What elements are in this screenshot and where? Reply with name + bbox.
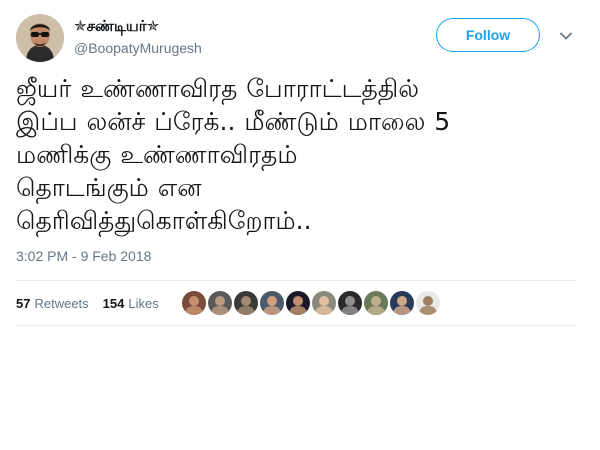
liker-avatar[interactable] <box>416 291 440 315</box>
liker-avatar[interactable] <box>260 291 284 315</box>
user-avatar-icon <box>364 291 388 315</box>
liker-avatar[interactable] <box>286 291 310 315</box>
user-avatar-icon <box>416 291 440 315</box>
author-display-name[interactable]: ✯சண்டியர்✯ <box>74 16 202 36</box>
user-avatar-icon <box>208 291 232 315</box>
divider <box>16 325 576 326</box>
retweets-label: Retweets <box>34 295 89 311</box>
retweets-count: 57 <box>16 295 31 311</box>
likes-label: Likes <box>128 295 159 311</box>
author-name-block: ✯சண்டியர்✯ @BoopatyMurugesh <box>74 16 202 58</box>
user-avatar-icon <box>338 291 362 315</box>
liker-avatar[interactable] <box>390 291 414 315</box>
likes-stat[interactable]: 154 Likes <box>103 296 159 311</box>
likes-count: 154 <box>102 295 125 311</box>
user-avatar-icon <box>234 291 258 315</box>
tweet-stats: 57 Retweets 154 Likes <box>16 294 173 312</box>
tweet-header: ✯சண்டியர்✯ @BoopatyMurugesh Follow <box>16 14 584 64</box>
divider <box>16 280 576 281</box>
liker-avatar[interactable] <box>364 291 388 315</box>
follow-button[interactable]: Follow <box>436 18 540 52</box>
user-avatar-icon <box>182 291 206 315</box>
user-avatar-icon <box>16 14 64 62</box>
user-avatar-icon <box>312 291 336 315</box>
tweet-text: ஜீயர் உண்ணாவிரத போராட்டத்தில் இப்ப லன்ச்… <box>16 74 451 235</box>
author-handle[interactable]: @BoopatyMurugesh <box>74 38 202 58</box>
liker-avatar[interactable] <box>182 291 206 315</box>
liker-avatar[interactable] <box>312 291 336 315</box>
chevron-down-icon[interactable] <box>558 28 574 44</box>
author-avatar[interactable] <box>16 14 64 62</box>
tweet-card: ✯சண்டியர்✯ @BoopatyMurugesh Follow ஜீயர்… <box>0 0 600 450</box>
tweet-timestamp[interactable]: 3:02 PM - 9 Feb 2018 <box>16 248 151 264</box>
user-avatar-icon <box>260 291 284 315</box>
user-avatar-icon <box>390 291 414 315</box>
liker-avatar[interactable] <box>338 291 362 315</box>
retweets-stat[interactable]: 57 Retweets <box>16 296 89 311</box>
liker-avatar[interactable] <box>234 291 258 315</box>
liker-avatar[interactable] <box>208 291 232 315</box>
user-avatar-icon <box>286 291 310 315</box>
liker-avatars <box>182 291 442 315</box>
